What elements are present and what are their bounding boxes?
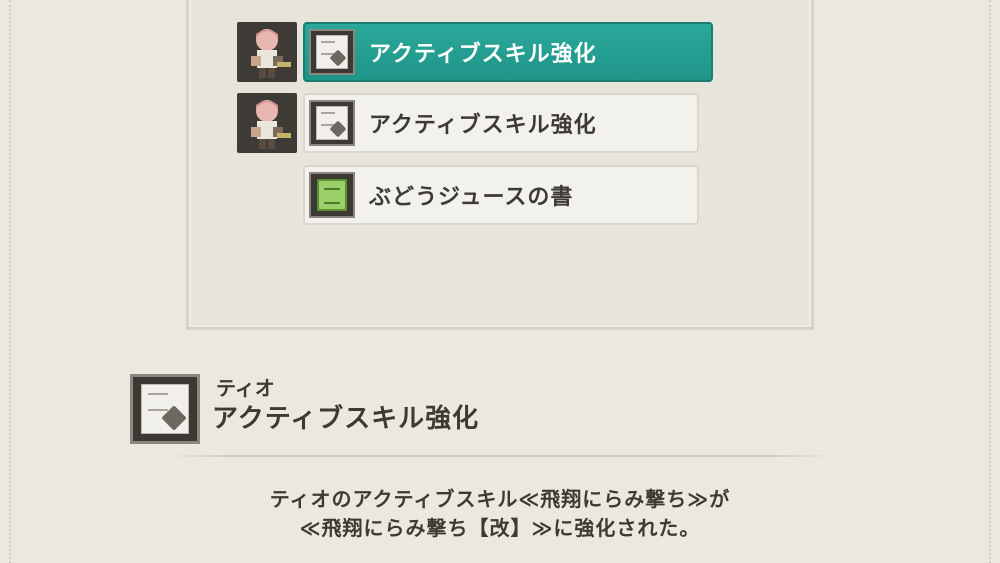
reward-item-label: アクティブスキル強化 [369, 113, 597, 138]
list-row-3[interactable]: ぶどうジュースの書 [237, 165, 717, 227]
character-portrait [237, 22, 297, 82]
character-portrait [237, 93, 297, 153]
detail-item-name: アクティブスキル強化 [212, 404, 480, 434]
reward-item[interactable]: アクティブスキル強化 [303, 93, 699, 153]
reward-item-selected[interactable]: アクティブスキル強化 [303, 22, 713, 82]
frame-border-left [9, 0, 11, 563]
list-row-1[interactable]: アクティブスキル強化 [237, 22, 717, 84]
skill-scroll-icon [309, 100, 355, 146]
detail-owner-name: ティオ [216, 376, 275, 400]
reward-item[interactable]: ぶどうジュースの書 [303, 165, 699, 225]
reward-item-label: アクティブスキル強化 [369, 42, 597, 67]
reward-item-label: ぶどうジュースの書 [369, 185, 574, 210]
divider [166, 455, 834, 457]
skill-scroll-icon [309, 29, 355, 75]
list-row-2[interactable]: アクティブスキル強化 [237, 93, 717, 155]
frame-border-right [989, 0, 991, 563]
detail-description-line-1: ティオのアクティブスキル≪飛翔にらみ撃ち≫が [269, 487, 731, 511]
green-book-icon [309, 172, 355, 218]
skill-scroll-icon [130, 374, 200, 444]
detail-description-line-2: ≪飛翔にらみ撃ち【改】≫に強化された。 [299, 516, 701, 540]
